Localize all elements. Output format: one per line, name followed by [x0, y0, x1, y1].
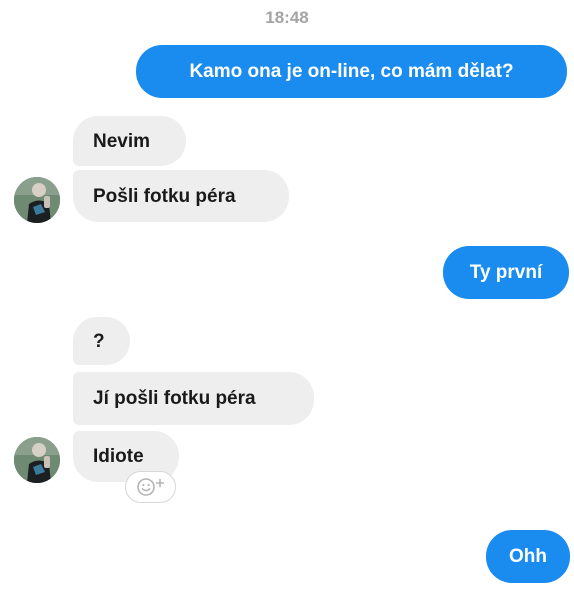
message-text: Idiote: [93, 446, 144, 467]
message-bubble-outgoing[interactable]: Ohh: [486, 530, 570, 583]
add-reaction-button[interactable]: [125, 471, 176, 503]
contact-avatar[interactable]: [14, 177, 60, 223]
message-bubble-incoming[interactable]: Jí pošli fotku péra: [73, 372, 314, 425]
message-text: Kamo ona je on-line, co mám dělat?: [189, 61, 514, 82]
message-text: Ty první: [469, 262, 543, 283]
chat-timestamp: 18:48: [265, 8, 309, 27]
message-bubble-incoming[interactable]: Nevim: [73, 116, 186, 166]
message-text: Pošli fotku péra: [93, 185, 236, 207]
message-bubble-incoming[interactable]: ?: [73, 317, 130, 365]
message-bubble-outgoing[interactable]: Kamo ona je on-line, co mám dělat?: [136, 45, 567, 98]
message-text: ?: [93, 330, 105, 352]
message-text: Ohh: [509, 546, 547, 567]
message-bubble-incoming[interactable]: Pošli fotku péra: [73, 170, 289, 222]
message-text: Jí pošli fotku péra: [93, 388, 256, 409]
add-reaction-icon: [136, 478, 164, 496]
contact-avatar[interactable]: [14, 437, 60, 483]
message-text: Nevim: [93, 130, 151, 152]
message-bubble-outgoing[interactable]: Ty první: [443, 246, 569, 299]
